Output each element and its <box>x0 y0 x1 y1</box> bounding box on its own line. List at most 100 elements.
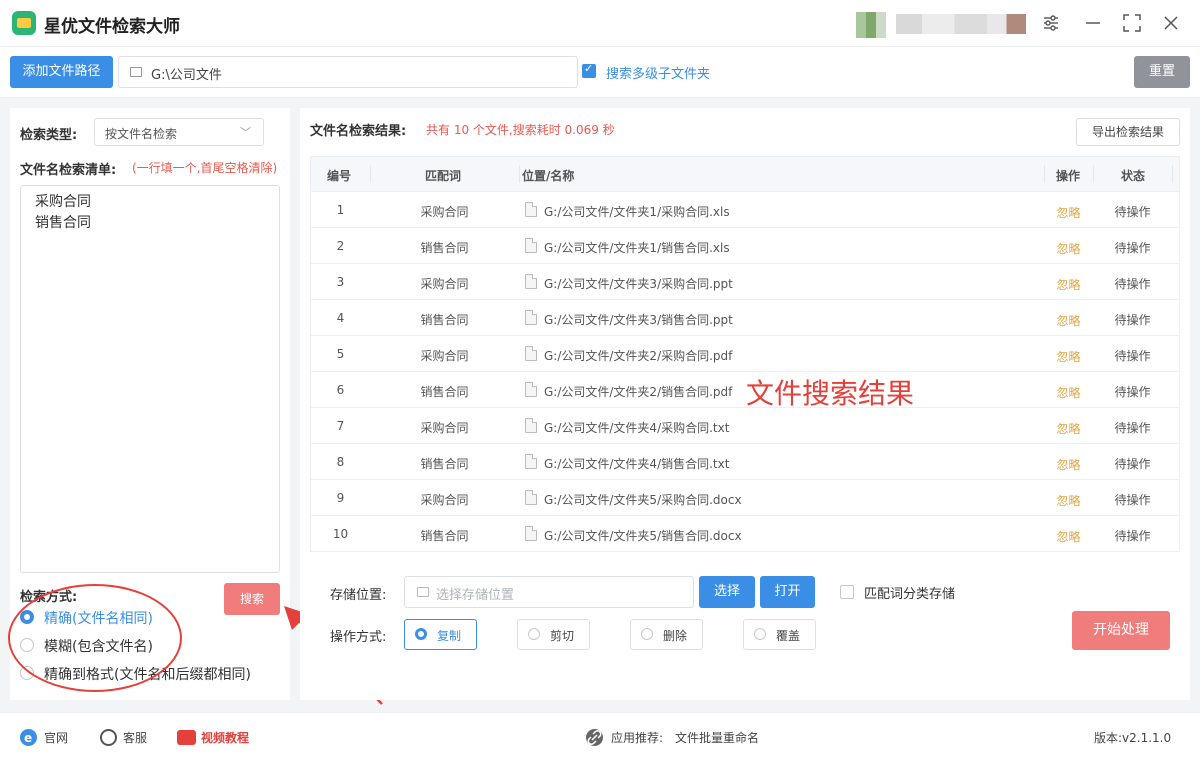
maximize-icon[interactable] <box>1119 10 1145 36</box>
table-row[interactable]: 5 采购合同 G:/公司文件/文件夹2/采购合同.pdf 忽略 待操作 <box>311 336 1179 372</box>
cell-action[interactable]: 忽略 <box>1044 528 1093 545</box>
results-title: 文件名检索结果: <box>310 124 407 139</box>
operation-delete-radio[interactable] <box>641 628 653 640</box>
minimize-icon[interactable] <box>1080 10 1106 36</box>
cell-number: 3 <box>336 275 345 289</box>
user-name-blurred[interactable] <box>896 14 1026 34</box>
cell-keyword: 采购合同 <box>420 277 469 291</box>
cell-path: G:/公司文件/文件夹1/采购合同.xls <box>544 205 730 219</box>
results-caption: 文件搜索结果 <box>746 377 915 410</box>
results-table: 编号 匹配词 位置/名称 操作 状态 1 采购合同 G:/公司文件/文件夹1/采购合… <box>310 156 1180 552</box>
table-row[interactable]: 9 采购合同 G:/公司文件/文件夹5/采购合同.docx 忽略 待操作 <box>311 480 1179 516</box>
cell-keyword: 采购合同 <box>420 493 469 507</box>
operation-copy-option[interactable]: 复制 <box>404 619 477 650</box>
file-icon <box>525 490 537 505</box>
search-button[interactable]: 搜索 <box>224 583 280 615</box>
cell-path: G:/公司文件/文件夹5/采购合同.docx <box>544 493 742 507</box>
cell-action[interactable]: 忽略 <box>1044 276 1093 293</box>
search-subfolders-checkbox[interactable] <box>582 62 596 78</box>
table-row[interactable]: 6 销售合同 G:/公司文件/文件夹2/销售合同.pdf 忽略 待操作 <box>311 372 1179 408</box>
col-divider <box>370 165 371 183</box>
export-results-button[interactable]: 导出检索结果 <box>1076 118 1180 146</box>
cell-status: 待操作 <box>1114 313 1151 327</box>
col-number: 编号 <box>327 169 352 183</box>
classify-by-keyword-label[interactable]: 匹配词分类存储 <box>864 583 955 602</box>
file-icon <box>525 454 537 469</box>
recommend-app-link[interactable]: 文件批量重命名 <box>675 729 759 746</box>
file-icon <box>525 274 537 289</box>
settings-sliders-icon[interactable] <box>1038 10 1064 36</box>
operation-overwrite-label: 覆盖 <box>776 629 801 643</box>
search-subfolders-label[interactable]: 搜索多级子文件夹 <box>606 63 710 82</box>
start-processing-button[interactable]: 开始处理 <box>1072 611 1170 650</box>
status-bar: e 官网 客服 视频教程 应用推荐: 文件批量重命名 版本:v2.1.1.0 <box>0 712 1200 760</box>
table-row[interactable]: 2 销售合同 G:/公司文件/文件夹1/销售合同.xls 忽略 待操作 <box>311 228 1179 264</box>
add-file-path-button[interactable]: 添加文件路径 <box>10 56 113 88</box>
classify-by-keyword-checkbox[interactable] <box>840 585 854 599</box>
cell-keyword: 采购合同 <box>420 205 469 219</box>
website-link[interactable]: 官网 <box>44 729 68 746</box>
search-type-value: 按文件名检索 <box>105 127 178 141</box>
cell-keyword: 销售合同 <box>420 385 469 399</box>
save-location-label: 存储位置: <box>330 588 387 603</box>
open-location-button[interactable]: 打开 <box>760 576 815 608</box>
table-row[interactable]: 7 采购合同 G:/公司文件/文件夹4/采购合同.txt 忽略 待操作 <box>311 408 1179 444</box>
table-row[interactable]: 3 采购合同 G:/公司文件/文件夹3/采购合同.ppt 忽略 待操作 <box>311 264 1179 300</box>
operation-cut-label: 剪切 <box>550 629 575 643</box>
names-list-label: 文件名检索清单: <box>20 163 117 178</box>
file-icon <box>525 310 537 325</box>
cell-keyword: 销售合同 <box>420 529 469 543</box>
video-camera-icon[interactable] <box>177 730 196 745</box>
names-textarea[interactable]: 采购合同 销售合同 <box>20 185 280 573</box>
search-type-select[interactable]: 按文件名检索 ﹀ <box>94 118 264 146</box>
close-icon[interactable] <box>1158 10 1184 36</box>
file-icon <box>525 418 537 433</box>
cell-action[interactable]: 忽略 <box>1044 456 1093 473</box>
cell-number: 2 <box>336 239 345 253</box>
path-input[interactable]: G:\公司文件 <box>118 56 578 88</box>
operation-cut-option[interactable]: 剪切 <box>517 619 590 650</box>
operation-delete-option[interactable]: 删除 <box>630 619 703 650</box>
save-location-input[interactable]: 选择存储位置 <box>404 576 694 608</box>
operation-cut-radio[interactable] <box>528 628 540 640</box>
file-icon <box>525 526 537 541</box>
table-row[interactable]: 10 销售合同 G:/公司文件/文件夹5/销售合同.docx 忽略 待操作 <box>311 516 1179 552</box>
name-line: 销售合同 <box>35 215 91 231</box>
cell-path: G:/公司文件/文件夹1/销售合同.xls <box>544 241 730 255</box>
cell-action[interactable]: 忽略 <box>1044 420 1093 437</box>
cell-keyword: 销售合同 <box>420 313 469 327</box>
support-chat-icon[interactable] <box>100 729 117 746</box>
file-icon <box>525 202 537 217</box>
operation-mode-label: 操作方式: <box>330 630 387 645</box>
cell-status: 待操作 <box>1114 205 1151 219</box>
col-divider <box>519 165 520 183</box>
search-type-label: 检索类型: <box>20 128 78 143</box>
cell-action[interactable]: 忽略 <box>1044 204 1093 221</box>
col-path: 位置/名称 <box>522 169 575 183</box>
col-divider <box>1172 165 1173 183</box>
cell-status: 待操作 <box>1114 493 1151 507</box>
cell-action[interactable]: 忽略 <box>1044 312 1093 329</box>
video-tutorial-link[interactable]: 视频教程 <box>201 729 249 746</box>
operation-overwrite-radio[interactable] <box>754 628 766 640</box>
operation-copy-radio[interactable] <box>415 628 427 640</box>
results-summary: 共有 10 个文件,搜索耗时 0.069 秒 <box>426 123 615 137</box>
save-location-placeholder: 选择存储位置 <box>436 588 515 603</box>
cell-action[interactable]: 忽略 <box>1044 240 1093 257</box>
cell-action[interactable]: 忽略 <box>1044 492 1093 509</box>
choose-location-button[interactable]: 选择 <box>699 576 755 608</box>
col-action: 操作 <box>1056 169 1081 183</box>
table-row[interactable]: 1 采购合同 G:/公司文件/文件夹1/采购合同.xls 忽略 待操作 <box>311 192 1179 228</box>
cell-action[interactable]: 忽略 <box>1044 348 1093 365</box>
table-row[interactable]: 4 销售合同 G:/公司文件/文件夹3/销售合同.ppt 忽略 待操作 <box>311 300 1179 336</box>
reset-button[interactable]: 重置 <box>1134 56 1190 88</box>
operation-overwrite-option[interactable]: 覆盖 <box>743 619 816 650</box>
user-avatar[interactable] <box>856 12 886 38</box>
support-link[interactable]: 客服 <box>123 729 147 746</box>
table-row[interactable]: 8 销售合同 G:/公司文件/文件夹4/销售合同.txt 忽略 待操作 <box>311 444 1179 480</box>
cell-path: G:/公司文件/文件夹3/采购合同.ppt <box>544 277 733 291</box>
app-title: 星优文件检索大师 <box>44 17 180 37</box>
website-icon[interactable]: e <box>20 729 37 746</box>
cell-number: 1 <box>336 203 345 217</box>
cell-action[interactable]: 忽略 <box>1044 384 1093 401</box>
